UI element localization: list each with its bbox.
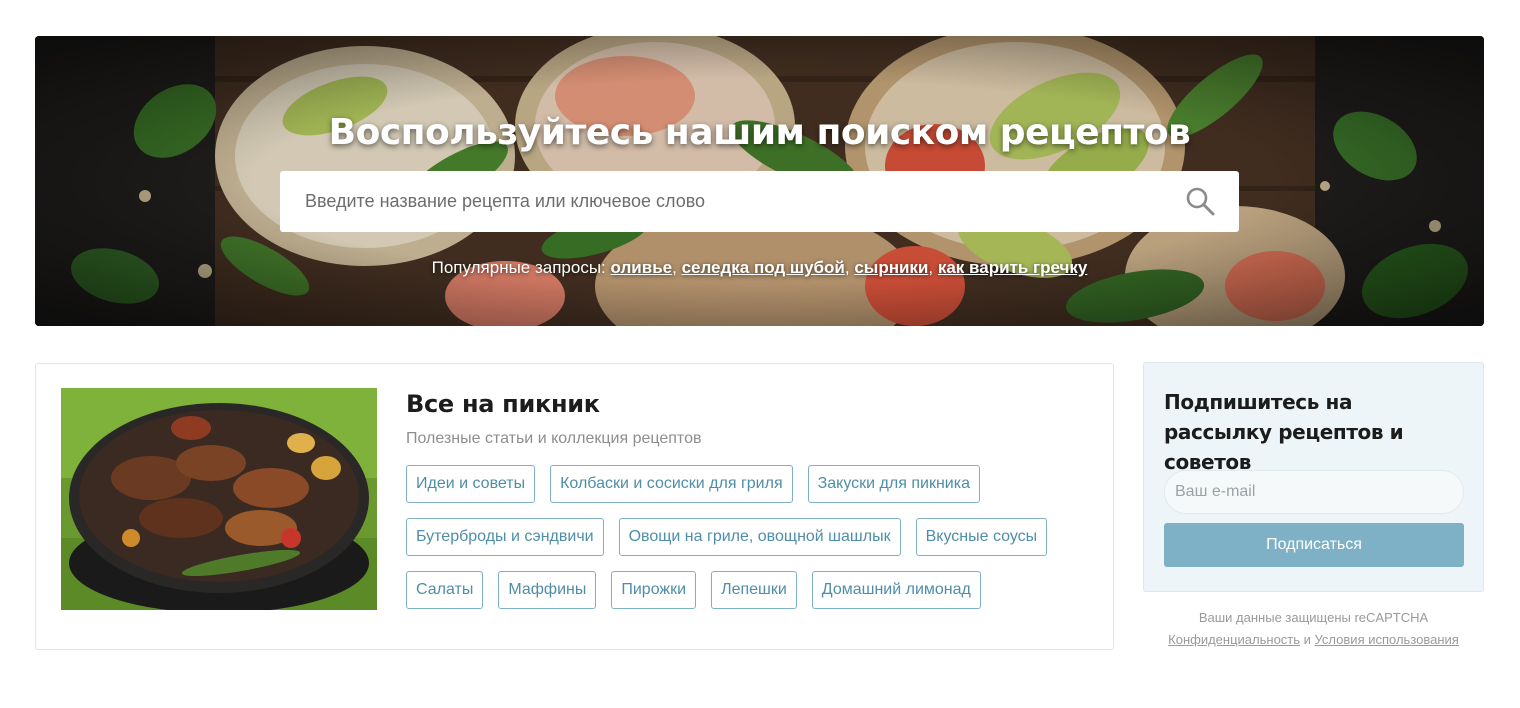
recaptcha-text: Ваши данные защищены reCAPTCHA — [1198, 610, 1429, 625]
popular-label: Популярные запросы: — [431, 258, 606, 277]
popular-link-grechka[interactable]: как варить гречку — [938, 258, 1088, 277]
tag-sandwiches[interactable]: Бутерброды и сэндвичи — [406, 518, 604, 556]
search-bar — [280, 171, 1239, 232]
tag-muffins[interactable]: Маффины — [498, 571, 597, 609]
newsletter-title: Подпишитесь на рассылку рецептов и совет… — [1164, 390, 1404, 474]
subscribe-button[interactable]: Подписаться — [1164, 523, 1464, 567]
picnic-collection-card: Все на пикник Полезные статьи и коллекци… — [35, 363, 1114, 650]
search-icon — [1186, 187, 1215, 215]
tag-row: Идеи и советы Колбаски и сосиски для гри… — [406, 465, 1086, 503]
tag-row: Салаты Маффины Пирожки Лепешки Домашний … — [406, 571, 1086, 609]
popular-queries: Популярные запросы: оливье, селедка под … — [431, 258, 1088, 277]
tag-row: Бутерброды и сэндвичи Овощи на гриле, ов… — [406, 518, 1086, 556]
hero-banner: Воспользуйтесь нашим поиском рецептов По… — [35, 36, 1484, 326]
tag-sausages[interactable]: Колбаски и сосиски для гриля — [550, 465, 793, 503]
card-title: Все на пикник — [406, 390, 600, 418]
hero-title: Воспользуйтесь нашим поиском рецептов — [328, 112, 1191, 153]
tag-ideas-tips[interactable]: Идеи и советы — [406, 465, 536, 503]
popular-link-syrniki[interactable]: сырники — [854, 258, 928, 277]
popular-link-seledka[interactable]: селедка под шубой — [682, 258, 845, 277]
tag-lemonade[interactable]: Домашний лимонад — [811, 571, 981, 609]
grill-image[interactable] — [61, 388, 377, 610]
tag-grilled-vegetables[interactable]: Овощи на гриле, овощной шашлык — [618, 518, 901, 556]
recaptcha-notice: Ваши данные защищены reCAPTCHA Конфиденц… — [1143, 607, 1484, 651]
newsletter-panel: Подпишитесь на рассылку рецептов и совет… — [1143, 362, 1484, 592]
search-input[interactable] — [280, 171, 1171, 232]
tag-snacks[interactable]: Закуски для пикника — [807, 465, 980, 503]
card-subtitle: Полезные статьи и коллекция рецептов — [406, 430, 702, 447]
tag-flatbreads[interactable]: Лепешки — [711, 571, 797, 609]
privacy-link[interactable]: Конфиденциальность — [1168, 632, 1300, 647]
popular-link-olivie[interactable]: оливье — [611, 258, 673, 277]
tag-sauces[interactable]: Вкусные соусы — [915, 518, 1048, 556]
tag-pies[interactable]: Пирожки — [611, 571, 697, 609]
search-button[interactable] — [1171, 171, 1231, 232]
grill-photo — [61, 388, 377, 610]
tag-list: Идеи и советы Колбаски и сосиски для гри… — [406, 465, 1086, 624]
tag-salads[interactable]: Салаты — [406, 571, 484, 609]
and-text: и — [1303, 632, 1311, 647]
terms-link[interactable]: Условия использования — [1315, 632, 1459, 647]
email-field[interactable] — [1164, 470, 1464, 514]
